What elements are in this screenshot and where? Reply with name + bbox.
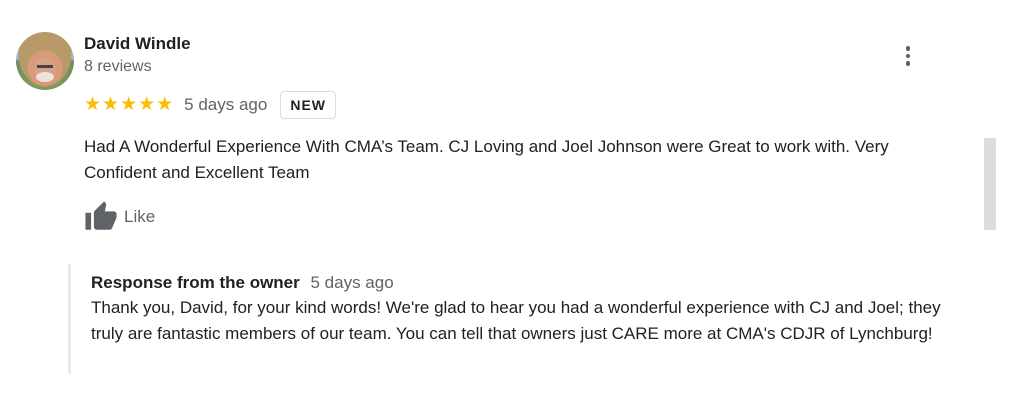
reviewer-name[interactable]: David Windle [84,34,191,54]
kebab-dot [905,53,911,59]
avatar-beard [36,72,54,82]
response-date: 5 days ago [310,273,394,292]
scrollbar-thumb[interactable] [984,138,996,230]
response-text: Thank you, David, for your kind words! W… [91,298,941,343]
like-label: Like [124,207,156,226]
kebab-dot [905,46,911,51]
rating-row: ★★★★★ 5 days ago NEW [84,91,337,119]
reviewer-review-count[interactable]: 8 reviews [84,58,152,76]
review-date: 5 days ago [184,95,268,114]
reviewer-avatar[interactable] [16,32,74,90]
new-badge: NEW [280,91,337,119]
thumb-up-icon [85,201,117,230]
star-rating-icon: ★★★★★ [84,94,175,115]
response-title: Response from the owner [91,273,300,292]
more-vert-icon[interactable] [896,42,920,70]
avatar-glasses [37,65,53,68]
review-text: Had A Wonderful Experience With CMA’s Te… [84,137,889,182]
like-button[interactable]: Like [84,200,155,234]
kebab-dot [905,61,911,66]
owner-response: Response from the owner 5 days ago Thank… [68,264,971,374]
response-header: Response from the owner 5 days ago [91,273,971,293]
